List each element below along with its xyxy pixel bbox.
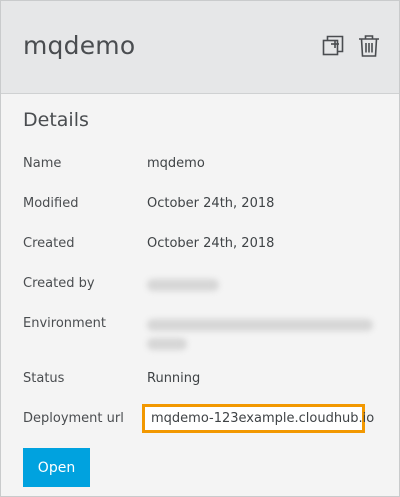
redacted-value	[147, 338, 187, 350]
panel-header: mqdemo	[1, 1, 399, 94]
delete-app-button[interactable]	[357, 34, 383, 60]
app-details-panel: mqdemo Details Name mqdemo Modified Octo…	[0, 0, 400, 497]
deployment-url-highlight: mqdemo-123example.cloudhub.io	[142, 404, 374, 433]
detail-label: Deployment url	[23, 411, 124, 426]
open-button[interactable]: Open	[23, 448, 90, 487]
detail-label: Name	[23, 156, 62, 171]
detail-label: Created by	[23, 276, 95, 291]
redacted-value	[147, 319, 373, 331]
trash-icon	[359, 35, 379, 57]
copy-app-button[interactable]	[321, 34, 347, 60]
detail-value: mqdemo	[147, 156, 205, 171]
detail-label: Environment	[23, 316, 107, 331]
detail-label: Created	[23, 236, 75, 251]
deployment-url-link[interactable]: mqdemo-123example.cloudhub.io	[151, 411, 374, 426]
details-heading: Details	[23, 109, 89, 131]
detail-label: Status	[23, 371, 65, 386]
redacted-value	[147, 279, 219, 291]
detail-label: Modified	[23, 196, 79, 211]
status-value: Running	[147, 371, 201, 386]
detail-value: October 24th, 2018	[147, 196, 275, 211]
copy-add-icon	[322, 35, 344, 56]
detail-value: October 24th, 2018	[147, 236, 275, 251]
app-title: mqdemo	[23, 31, 136, 60]
